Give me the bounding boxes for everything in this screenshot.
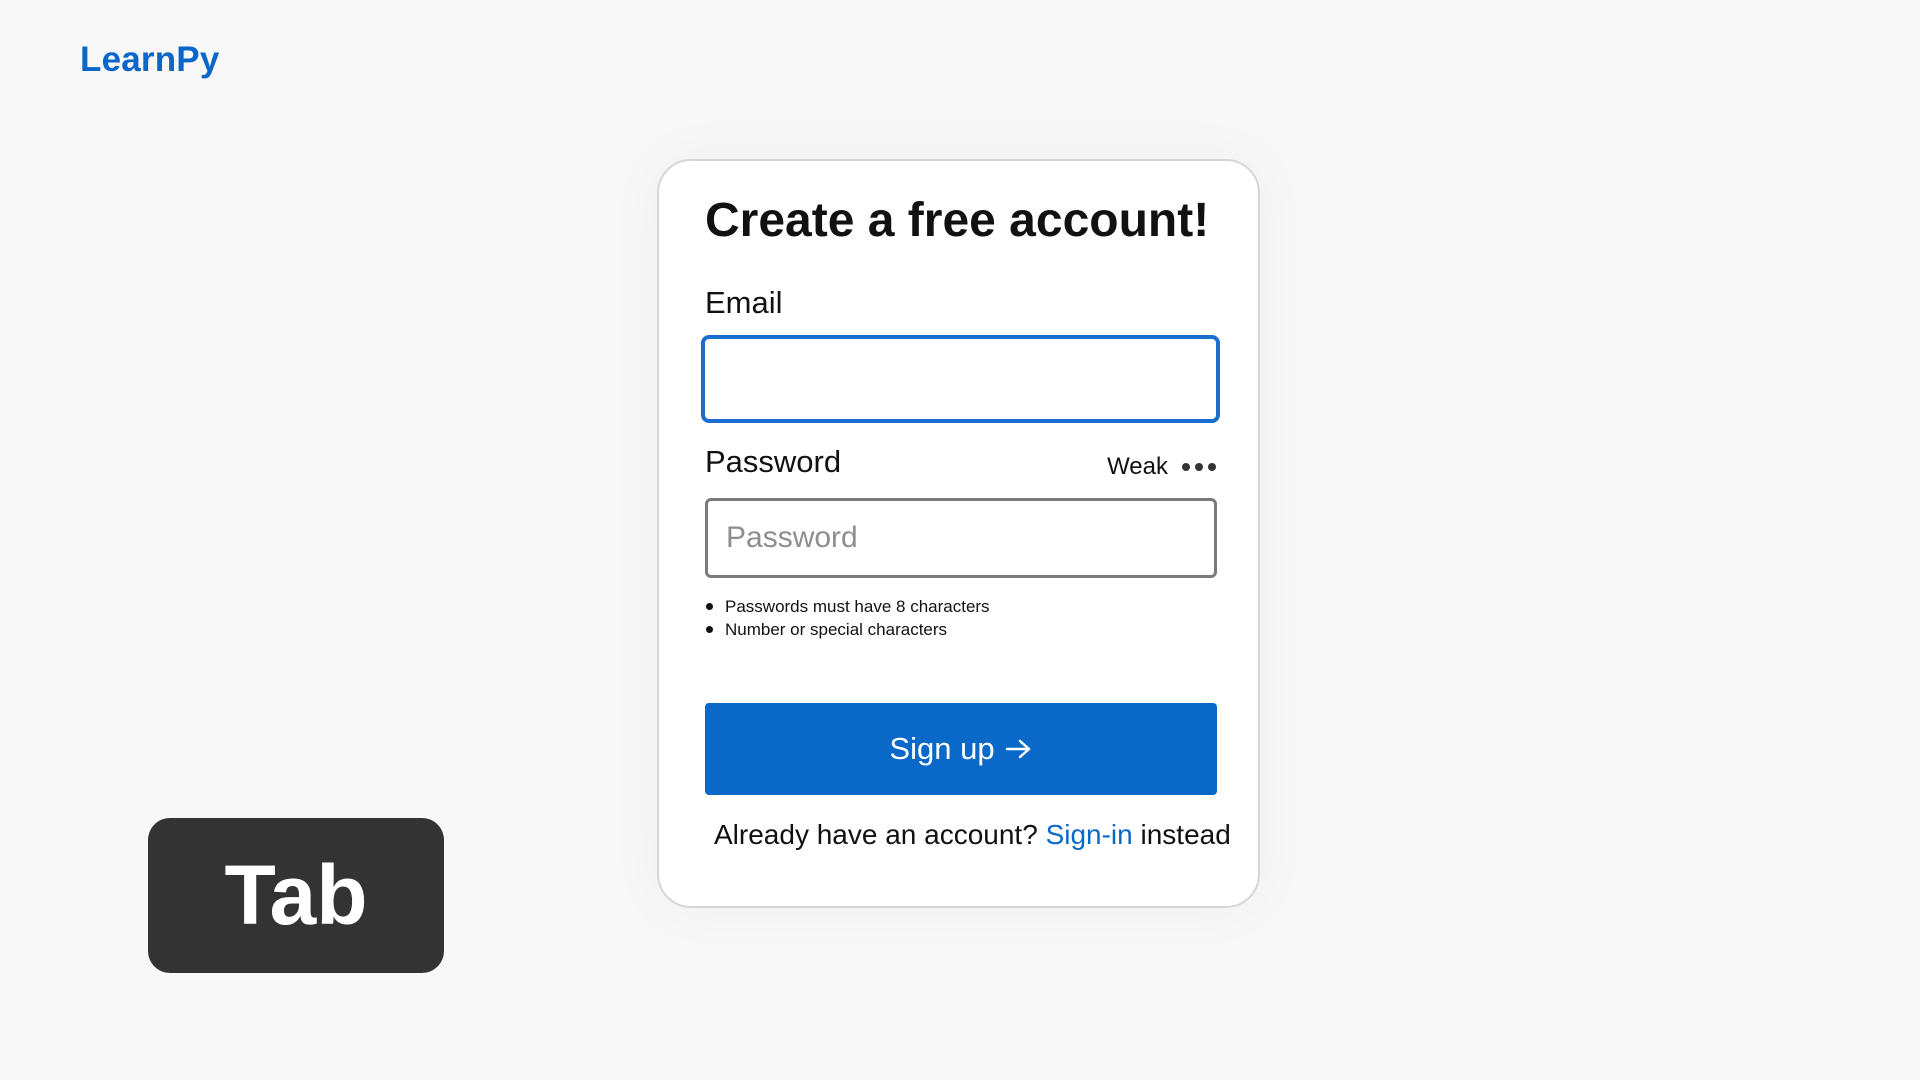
signup-card: Create a free account! Email Password We… xyxy=(657,159,1260,908)
password-strength-text: Weak xyxy=(1107,453,1168,480)
sign-up-button[interactable]: Sign up xyxy=(705,703,1217,795)
email-field[interactable] xyxy=(701,335,1220,423)
password-field[interactable] xyxy=(705,498,1217,578)
form-title: Create a free account! xyxy=(705,194,1210,247)
email-label: Email xyxy=(705,285,783,320)
signin-suffix: instead xyxy=(1140,819,1231,850)
strength-dot xyxy=(1195,463,1203,471)
password-strength-indicator: Weak xyxy=(1107,453,1216,481)
signin-prompt: Already have an account? Sign-in instead xyxy=(714,819,1231,851)
password-rule: Passwords must have 8 characters xyxy=(705,595,990,618)
learnpy-logo[interactable]: LearnPy xyxy=(80,40,220,80)
sign-up-label: Sign up xyxy=(889,731,995,766)
signin-prefix: Already have an account? xyxy=(714,819,1038,850)
strength-dot xyxy=(1208,463,1216,471)
tab-key-badge: Tab xyxy=(148,818,444,973)
password-label: Password xyxy=(705,444,842,479)
ellipsis-icon xyxy=(1182,463,1216,471)
page: LearnPy Create a free account! Email Pas… xyxy=(0,0,1920,1080)
arrow-right-icon xyxy=(1005,739,1030,759)
password-rule: Number or special characters xyxy=(705,618,990,641)
sign-in-link[interactable]: Sign-in xyxy=(1046,819,1133,850)
strength-dot xyxy=(1182,463,1190,471)
password-rules-list: Passwords must have 8 characters Number … xyxy=(705,595,990,641)
